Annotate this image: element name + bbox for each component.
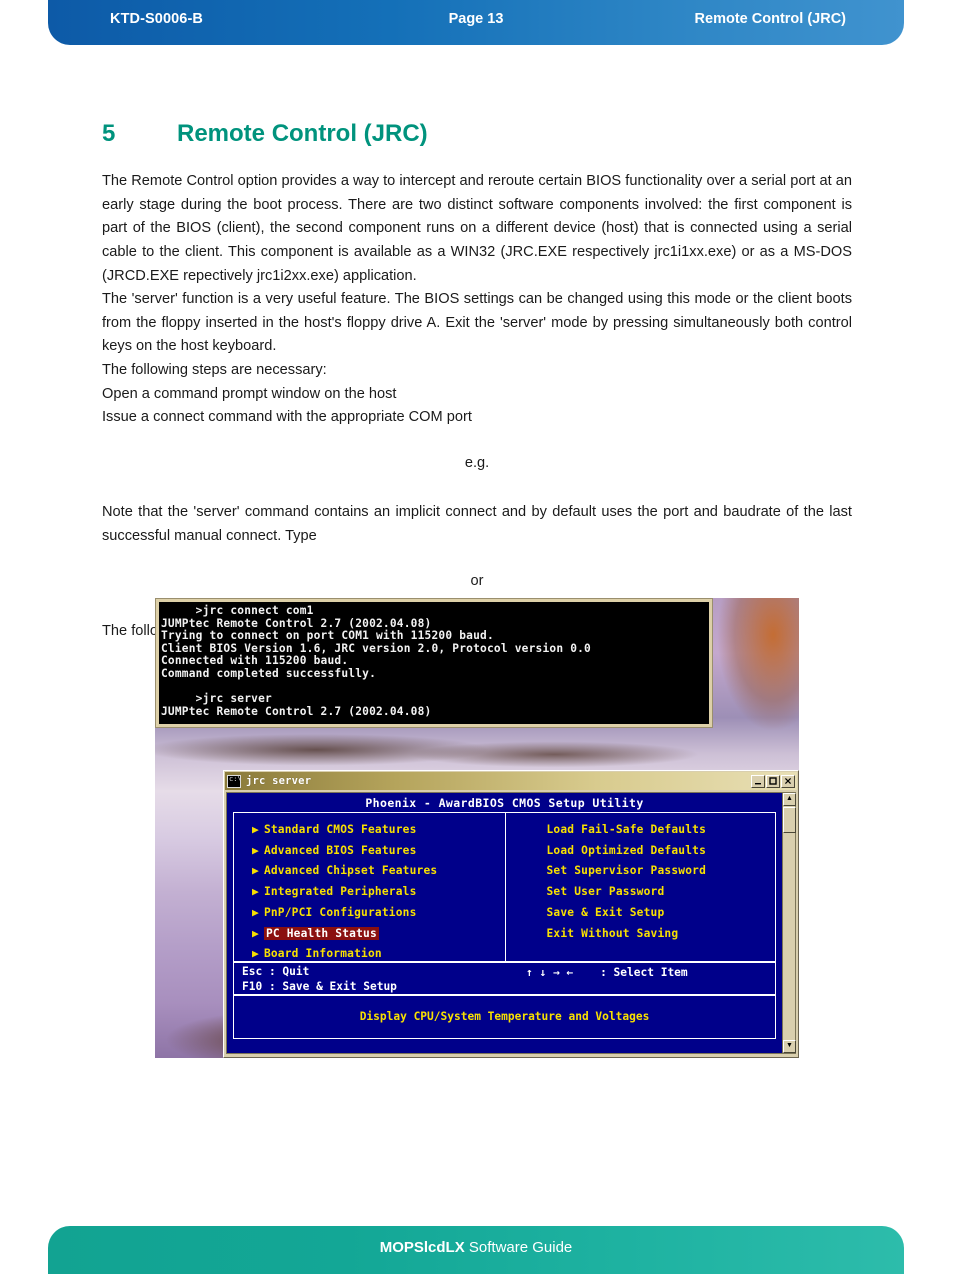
- triangle-right-icon: ▶: [252, 947, 259, 961]
- bios-menu-item-exit-without-saving[interactable]: Exit Without Saving: [547, 924, 776, 945]
- console-line: Command completed successfully.: [161, 666, 376, 680]
- or-label: or: [470, 573, 484, 590]
- jrc-server-window[interactable]: jrc server Phoenix - AwardBIOS CMOS Setu…: [223, 770, 799, 1058]
- scrollbar-thumb[interactable]: [783, 807, 796, 833]
- triangle-right-icon: ▶: [252, 926, 259, 940]
- bios-menu-panel: ▶ Standard CMOS Features ▶ Advanced BIOS F…: [233, 812, 776, 962]
- paragraph-steps-lead: The following steps are necessary:: [102, 362, 327, 379]
- menu-label: Set User Password: [546, 885, 665, 899]
- console-line: >jrc server: [161, 692, 272, 706]
- scroll-down-arrow-icon[interactable]: ▼: [783, 1040, 796, 1053]
- footer-guide-label: Software Guide: [464, 1239, 573, 1256]
- bios-help-keys-right: ↑ ↓ → ← : Select Item: [526, 966, 688, 979]
- bios-right-menu: Load Fail-Safe Defaults Load Optimized D…: [505, 813, 776, 961]
- window-title: jrc server: [246, 775, 312, 787]
- scroll-up-arrow-icon[interactable]: ▲: [783, 793, 796, 806]
- bios-help-keys-left: Esc : Quit F10 : Save & Exit Setup: [242, 965, 397, 993]
- menu-label: Load Optimized Defaults: [546, 843, 707, 857]
- menu-label: Set Supervisor Password: [546, 864, 707, 878]
- triangle-right-icon: ▶: [252, 864, 259, 878]
- console-line: >jrc connect com1: [161, 604, 314, 617]
- bios-description-panel: Display CPU/System Temperature and Volta…: [233, 995, 776, 1039]
- bios-menu-item-standard-cmos-features[interactable]: ▶ Standard CMOS Features: [252, 820, 505, 841]
- bios-menu-item-load-optimized-defaults[interactable]: Load Optimized Defaults: [547, 841, 776, 862]
- menu-label: Load Fail-Safe Defaults: [546, 823, 707, 836]
- bios-menu-item-pc-health-status[interactable]: ▶ PC Health Status: [252, 924, 505, 945]
- document-content: 5 Remote Control (JRC) The Remote Contro…: [102, 120, 852, 643]
- window-titlebar[interactable]: jrc server: [225, 772, 797, 790]
- maximize-glyph: [769, 776, 777, 785]
- bios-description-text: Display CPU/System Temperature and Volta…: [359, 1010, 650, 1023]
- bios-menu-item-pnp-pci-configurations[interactable]: ▶ PnP/PCI Configurations: [252, 903, 505, 924]
- footer-text: MOPSlcdLX Software Guide: [48, 1226, 904, 1256]
- example-label: e.g.: [464, 454, 490, 471]
- console-line: Trying to connect on port COM1 with 1152…: [161, 629, 494, 643]
- bios-menu-item-advanced-bios-features[interactable]: ▶ Advanced BIOS Features: [252, 841, 505, 862]
- window-controls: [751, 774, 795, 788]
- footer-product-name: MOPSlcdLX: [379, 1239, 465, 1256]
- menu-label: Board Information: [263, 947, 382, 961]
- bios-key-help-panel: Esc : Quit F10 : Save & Exit Setup ↑ ↓ →…: [233, 962, 776, 995]
- menu-label: Integrated Peripherals: [263, 885, 417, 899]
- triangle-right-icon: ▶: [252, 905, 259, 919]
- bios-menu-item-load-fail-safe-defaults[interactable]: Load Fail-Safe Defaults: [547, 820, 776, 841]
- triangle-right-icon: ▶: [252, 885, 259, 899]
- menu-label: Standard CMOS Features: [263, 823, 417, 836]
- page-title: 5 Remote Control (JRC): [102, 120, 852, 148]
- close-glyph: [784, 777, 792, 784]
- triangle-right-icon: ▶: [252, 843, 259, 857]
- step-issue-connect: Issue a connect command with the appropr…: [102, 409, 472, 426]
- paragraph-server-function: The 'server' function is a very useful f…: [102, 291, 852, 355]
- bios-menu-item-set-supervisor-password[interactable]: Set Supervisor Password: [547, 861, 776, 882]
- section-number: 5: [102, 120, 116, 147]
- triangle-right-icon: ▶: [252, 823, 259, 836]
- minimize-icon[interactable]: [751, 774, 765, 788]
- bios-menu-item-save-and-exit-setup[interactable]: Save & Exit Setup: [547, 903, 776, 924]
- menu-label: PnP/PCI Configurations: [263, 905, 417, 919]
- minimize-glyph: [755, 782, 761, 784]
- dos-console-window[interactable]: >jrc connect com1 JUMPtec Remote Control…: [155, 598, 713, 728]
- header-section-title: Remote Control (JRC): [694, 11, 846, 27]
- paragraph-intro: The Remote Control option provides a way…: [102, 173, 852, 284]
- menu-label: Advanced BIOS Features: [263, 843, 417, 857]
- bios-setup-screen: Phoenix - AwardBIOS CMOS Setup Utility ▶…: [227, 793, 782, 1053]
- console-line: JUMPtec Remote Control 2.7 (2002.04.08): [161, 704, 432, 718]
- console-icon: [227, 774, 242, 788]
- screenshot-figure: >jrc connect com1 JUMPtec Remote Control…: [155, 598, 799, 1058]
- menu-label: PC Health Status: [263, 926, 379, 940]
- section-title: Remote Control (JRC): [177, 120, 428, 147]
- menu-label: Exit Without Saving: [546, 926, 679, 940]
- menu-label: Save & Exit Setup: [546, 905, 665, 919]
- step-open-prompt: Open a command prompt window on the host: [102, 385, 397, 402]
- bios-left-menu: ▶ Standard CMOS Features ▶ Advanced BIOS F…: [234, 813, 505, 961]
- console-screen: >jrc connect com1 JUMPtec Remote Control…: [159, 602, 709, 724]
- bios-screen-title: Phoenix - AwardBIOS CMOS Setup Utility: [365, 796, 644, 810]
- maximize-icon[interactable]: [766, 774, 780, 788]
- bios-menu-item-integrated-peripherals[interactable]: ▶ Integrated Peripherals: [252, 882, 505, 903]
- menu-label: Advanced Chipset Features: [263, 864, 438, 878]
- vertical-scrollbar[interactable]: ▲ ▼: [782, 793, 796, 1053]
- page-header: KTD-S0006-B Page 13 Remote Control (JRC): [48, 0, 904, 45]
- page-footer: MOPSlcdLX Software Guide: [48, 1226, 904, 1274]
- bios-window-body: Phoenix - AwardBIOS CMOS Setup Utility ▶…: [226, 792, 796, 1054]
- paragraph-server-note: Note that the 'server' command contains …: [102, 504, 852, 544]
- bios-menu-item-set-user-password[interactable]: Set User Password: [547, 882, 776, 903]
- bios-menu-item-advanced-chipset-features[interactable]: ▶ Advanced Chipset Features: [252, 861, 505, 882]
- close-icon[interactable]: [781, 774, 795, 788]
